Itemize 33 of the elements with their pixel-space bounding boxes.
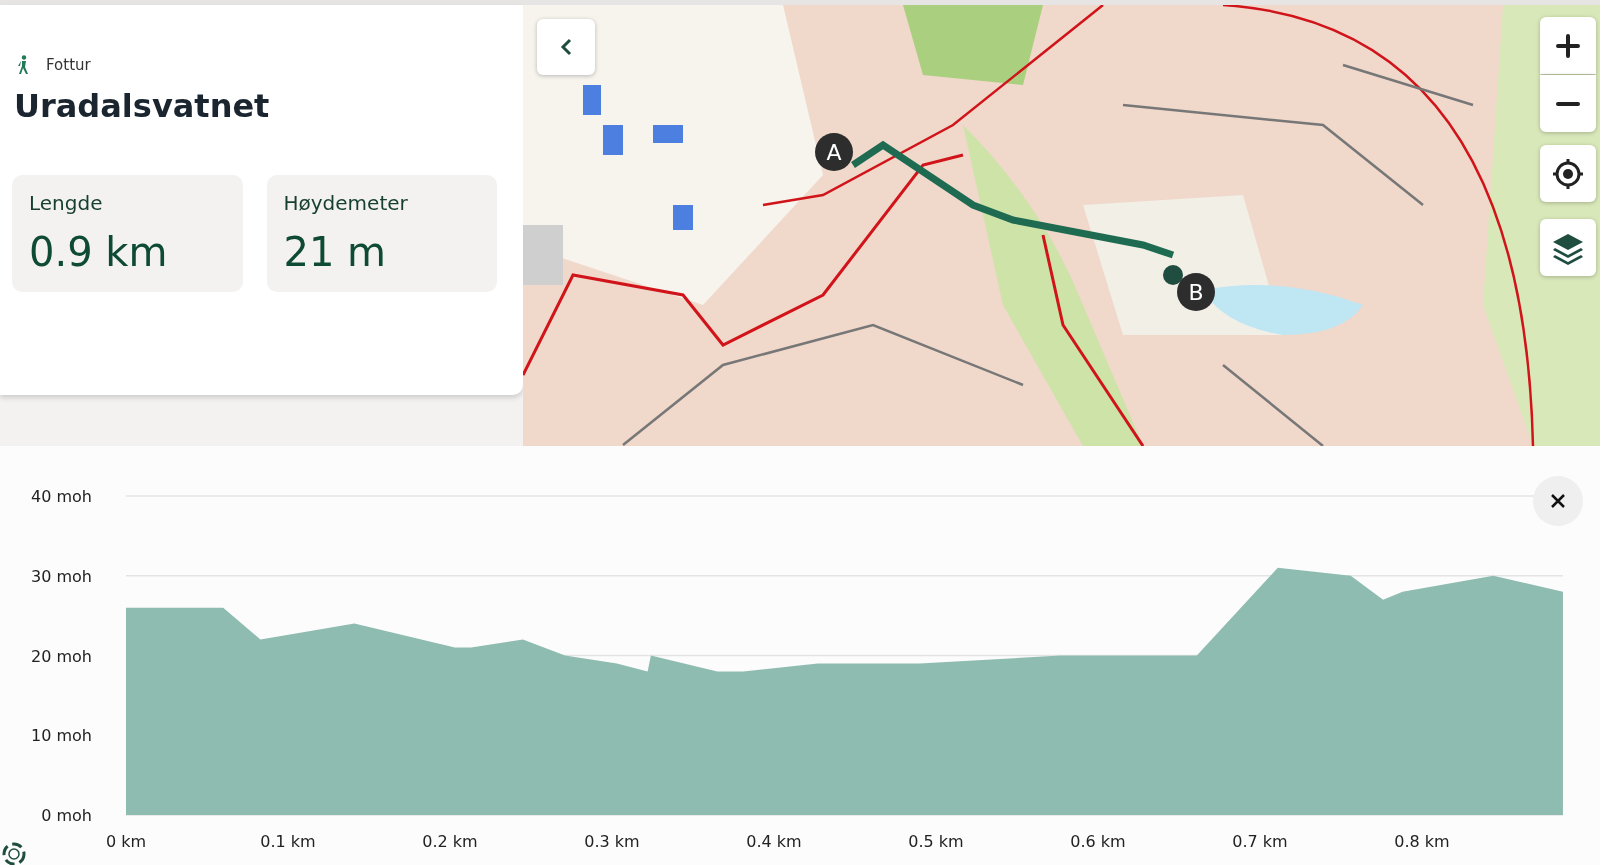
axis-label: 40 moh	[31, 487, 92, 506]
locate-button[interactable]	[1540, 145, 1596, 202]
axis-label: 30 moh	[31, 566, 92, 586]
stat-value: 0.9 km	[29, 229, 169, 275]
locate-icon	[1551, 156, 1585, 191]
axis-label: 0.6 km	[1070, 832, 1126, 851]
stat-label: Høydemeter	[283, 191, 409, 215]
logo-icon	[2, 842, 26, 865]
zoom-in-button[interactable]	[1540, 17, 1596, 74]
axis-label: 0.3 km	[584, 832, 640, 851]
stat-value: 21 m	[283, 229, 388, 275]
back-button[interactable]	[537, 19, 595, 75]
layers-button[interactable]	[1540, 219, 1596, 276]
axis-label: 0.4 km	[746, 832, 802, 851]
hiker-icon	[16, 55, 30, 75]
zoom-out-button[interactable]	[1540, 75, 1596, 132]
axis-label: 20 moh	[31, 646, 92, 666]
axis-label: 10 moh	[31, 726, 92, 746]
axis-label: 0.5 km	[908, 832, 964, 851]
activity-label: Fottur	[46, 56, 91, 74]
route-title: Uradalsvatnet	[14, 87, 271, 125]
axis-label: 0.2 km	[422, 832, 478, 851]
close-icon	[1550, 493, 1566, 509]
minus-icon	[1556, 100, 1580, 107]
close-button[interactable]	[1533, 476, 1583, 526]
chevron-left-icon	[559, 38, 573, 56]
axis-label: 0 moh	[41, 806, 92, 825]
axis-label: 0 km	[105, 832, 147, 851]
axis-label: 0.7 km	[1232, 832, 1288, 851]
plus-icon	[1556, 33, 1580, 58]
axis-label: 0.1 km	[260, 832, 316, 851]
stat-label: Lengde	[29, 191, 104, 215]
axis-label: 0.8 km	[1394, 832, 1450, 851]
